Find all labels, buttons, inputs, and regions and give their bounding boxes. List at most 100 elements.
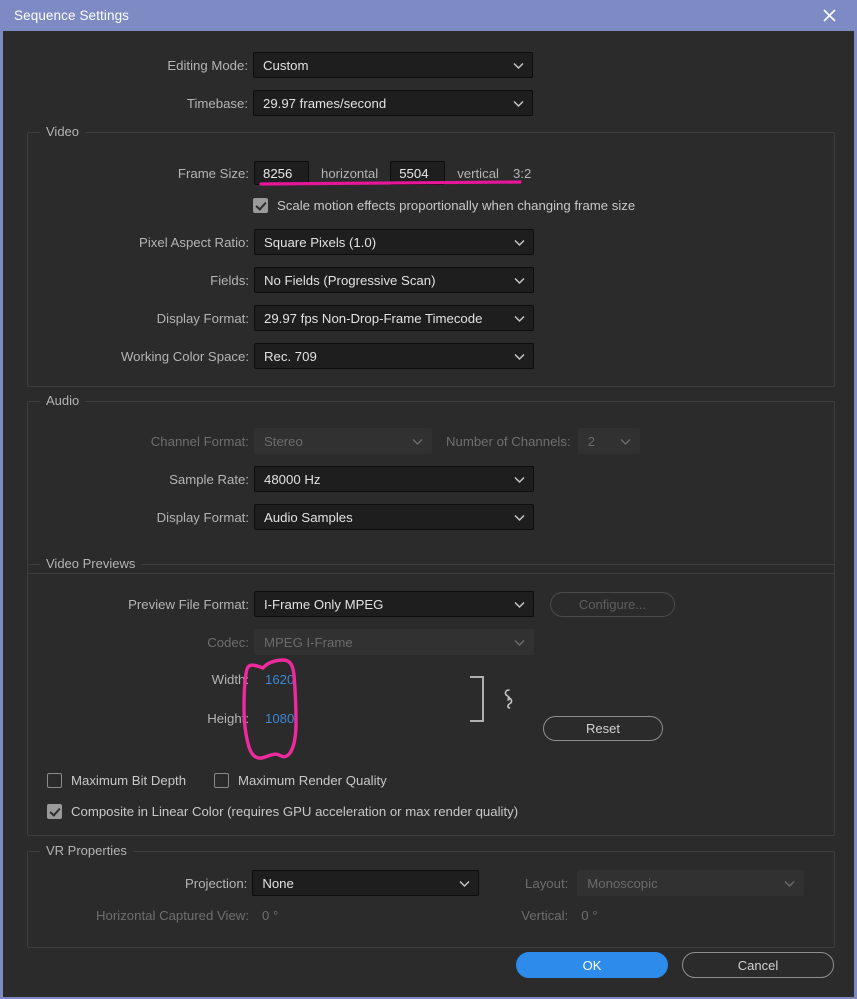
video-previews-group-title: Video Previews — [40, 556, 142, 571]
channel-format-select: Stereo — [254, 428, 432, 454]
audio-display-format-label: Display Format: — [156, 509, 249, 525]
cancel-button[interactable]: Cancel — [682, 952, 834, 978]
aspect-ratio-label: 3:2 — [512, 165, 532, 181]
channel-format-row: Channel Format: Stereo Number of Channel… — [4, 428, 684, 454]
chevron-down-icon — [514, 597, 525, 612]
working-color-space-row: Working Color Space: Rec. 709 — [4, 343, 534, 369]
vertical-value: 0 ° — [581, 907, 598, 923]
editing-mode-select[interactable]: Custom — [253, 52, 533, 78]
configure-button-label: Configure... — [578, 596, 647, 612]
timebase-row: Timebase: 29.97 frames/second — [3, 90, 533, 116]
chevron-down-icon — [514, 273, 525, 288]
title-bar: Sequence Settings — [3, 0, 854, 31]
layout-value: Monoscopic — [587, 875, 658, 891]
captured-view-row: Horizontal Captured View: 0 ° Vertical: … — [4, 902, 804, 928]
codec-label: Codec: — [207, 634, 249, 650]
close-icon — [822, 9, 836, 22]
window-title: Sequence Settings — [14, 8, 130, 23]
sample-rate-value: 48000 Hz — [264, 471, 321, 487]
maximum-render-quality-label: Maximum Render Quality — [238, 773, 387, 788]
scale-motion-checkbox[interactable]: Scale motion effects proportionally when… — [253, 198, 635, 213]
codec-row: Codec: MPEG I-Frame — [4, 629, 534, 655]
fields-select[interactable]: No Fields (Progressive Scan) — [254, 267, 534, 293]
cancel-button-label: Cancel — [737, 957, 779, 973]
timebase-select[interactable]: 29.97 frames/second — [253, 90, 533, 116]
video-display-format-row: Display Format: 29.97 fps Non-Drop-Frame… — [4, 305, 534, 331]
preview-file-format-value: I-Frame Only MPEG — [264, 596, 384, 612]
video-previews-group: Video Previews Preview File Format: I-Fr… — [27, 556, 835, 836]
channel-format-label: Channel Format: — [150, 433, 249, 449]
layout-label: Layout: — [525, 875, 569, 891]
channel-format-value: Stereo — [264, 433, 303, 449]
maximum-bit-depth-checkbox[interactable]: Maximum Bit Depth — [47, 773, 186, 788]
ok-button-label: OK — [582, 957, 602, 973]
frame-width-value: 8256 — [263, 165, 293, 181]
reset-button[interactable]: Reset — [543, 716, 663, 741]
preview-width-row: Width: 1620 — [4, 666, 424, 692]
vertical-label: Vertical: — [521, 907, 569, 923]
number-of-channels-value: 2 — [587, 433, 595, 449]
sample-rate-label: Sample Rate: — [169, 471, 249, 487]
preview-height-value[interactable]: 1080 — [265, 711, 294, 726]
fields-value: No Fields (Progressive Scan) — [264, 272, 436, 288]
preview-height-row: Height: 1080 — [4, 705, 424, 731]
frame-height-input[interactable]: 5504 — [390, 161, 446, 185]
preview-width-value[interactable]: 1620 — [265, 672, 294, 687]
chevron-down-icon — [412, 434, 423, 449]
number-of-channels-select: 2 — [577, 428, 640, 454]
audio-display-format-row: Display Format: Audio Samples — [4, 504, 534, 530]
layout-select: Monoscopic — [577, 870, 804, 896]
checkbox-icon — [214, 773, 229, 788]
scale-motion-label: Scale motion effects proportionally when… — [277, 198, 636, 213]
chevron-down-icon — [514, 235, 525, 250]
preview-file-format-select[interactable]: I-Frame Only MPEG — [254, 591, 534, 617]
video-display-format-label: Display Format: — [156, 310, 249, 326]
horizontal-captured-view-label: Horizontal Captured View: — [96, 907, 249, 923]
video-group-title: Video — [40, 124, 86, 139]
ok-button[interactable]: OK — [516, 952, 668, 978]
working-color-space-label: Working Color Space: — [120, 348, 249, 364]
editing-mode-row: Editing Mode: Custom — [3, 52, 533, 78]
frame-height-value: 5504 — [399, 165, 429, 181]
maximum-bit-depth-label: Maximum Bit Depth — [71, 773, 187, 788]
preview-width-label: Width: — [211, 671, 249, 687]
projection-select[interactable]: None — [252, 870, 480, 896]
chevron-down-icon — [620, 434, 631, 449]
checkbox-icon — [47, 804, 62, 819]
chevron-down-icon — [784, 876, 795, 891]
bracket-icon — [470, 676, 484, 722]
audio-display-format-select[interactable]: Audio Samples — [254, 504, 534, 530]
preview-file-format-label: Preview File Format: — [128, 596, 249, 612]
chevron-down-icon — [513, 96, 524, 111]
chevron-down-icon — [514, 349, 525, 364]
maximum-render-quality-checkbox[interactable]: Maximum Render Quality — [214, 773, 387, 788]
frame-size-row: Frame Size: 8256 horizontal 5504 vertica… — [4, 160, 564, 186]
chevron-down-icon — [514, 510, 525, 525]
preview-height-label: Height: — [207, 710, 249, 726]
codec-value: MPEG I-Frame — [264, 634, 353, 650]
vertical-unit-label: vertical — [457, 165, 499, 181]
composite-linear-color-checkbox[interactable]: Composite in Linear Color (requires GPU … — [47, 804, 518, 819]
pixel-aspect-ratio-select[interactable]: Square Pixels (1.0) — [254, 229, 534, 255]
editing-mode-label: Editing Mode: — [167, 57, 248, 73]
projection-row: Projection: None Layout: Monoscopic — [4, 870, 804, 896]
timebase-value: 29.97 frames/second — [263, 95, 387, 111]
dialog-body: Editing Mode: Custom Timebase: 29.97 fra… — [3, 31, 854, 999]
fields-label: Fields: — [210, 272, 249, 288]
reset-button-label: Reset — [586, 721, 620, 736]
sample-rate-select[interactable]: 48000 Hz — [254, 466, 534, 492]
link-chain-icon[interactable] — [501, 687, 517, 711]
working-color-space-value: Rec. 709 — [264, 348, 317, 364]
projection-value: None — [262, 875, 294, 891]
audio-display-format-value: Audio Samples — [264, 509, 353, 525]
close-button[interactable] — [816, 3, 842, 29]
frame-width-input[interactable]: 8256 — [254, 161, 309, 185]
audio-group: Audio Channel Format: Stereo Number of C… — [27, 393, 835, 574]
number-of-channels-label: Number of Channels: — [446, 433, 571, 449]
sample-rate-row: Sample Rate: 48000 Hz — [4, 466, 534, 492]
chevron-down-icon — [513, 58, 524, 73]
projection-label: Projection: — [185, 875, 248, 891]
working-color-space-select[interactable]: Rec. 709 — [254, 343, 534, 369]
sequence-settings-dialog: Sequence Settings Editing Mode: Custom T… — [0, 0, 857, 999]
video-display-format-select[interactable]: 29.97 fps Non-Drop-Frame Timecode — [254, 305, 534, 331]
